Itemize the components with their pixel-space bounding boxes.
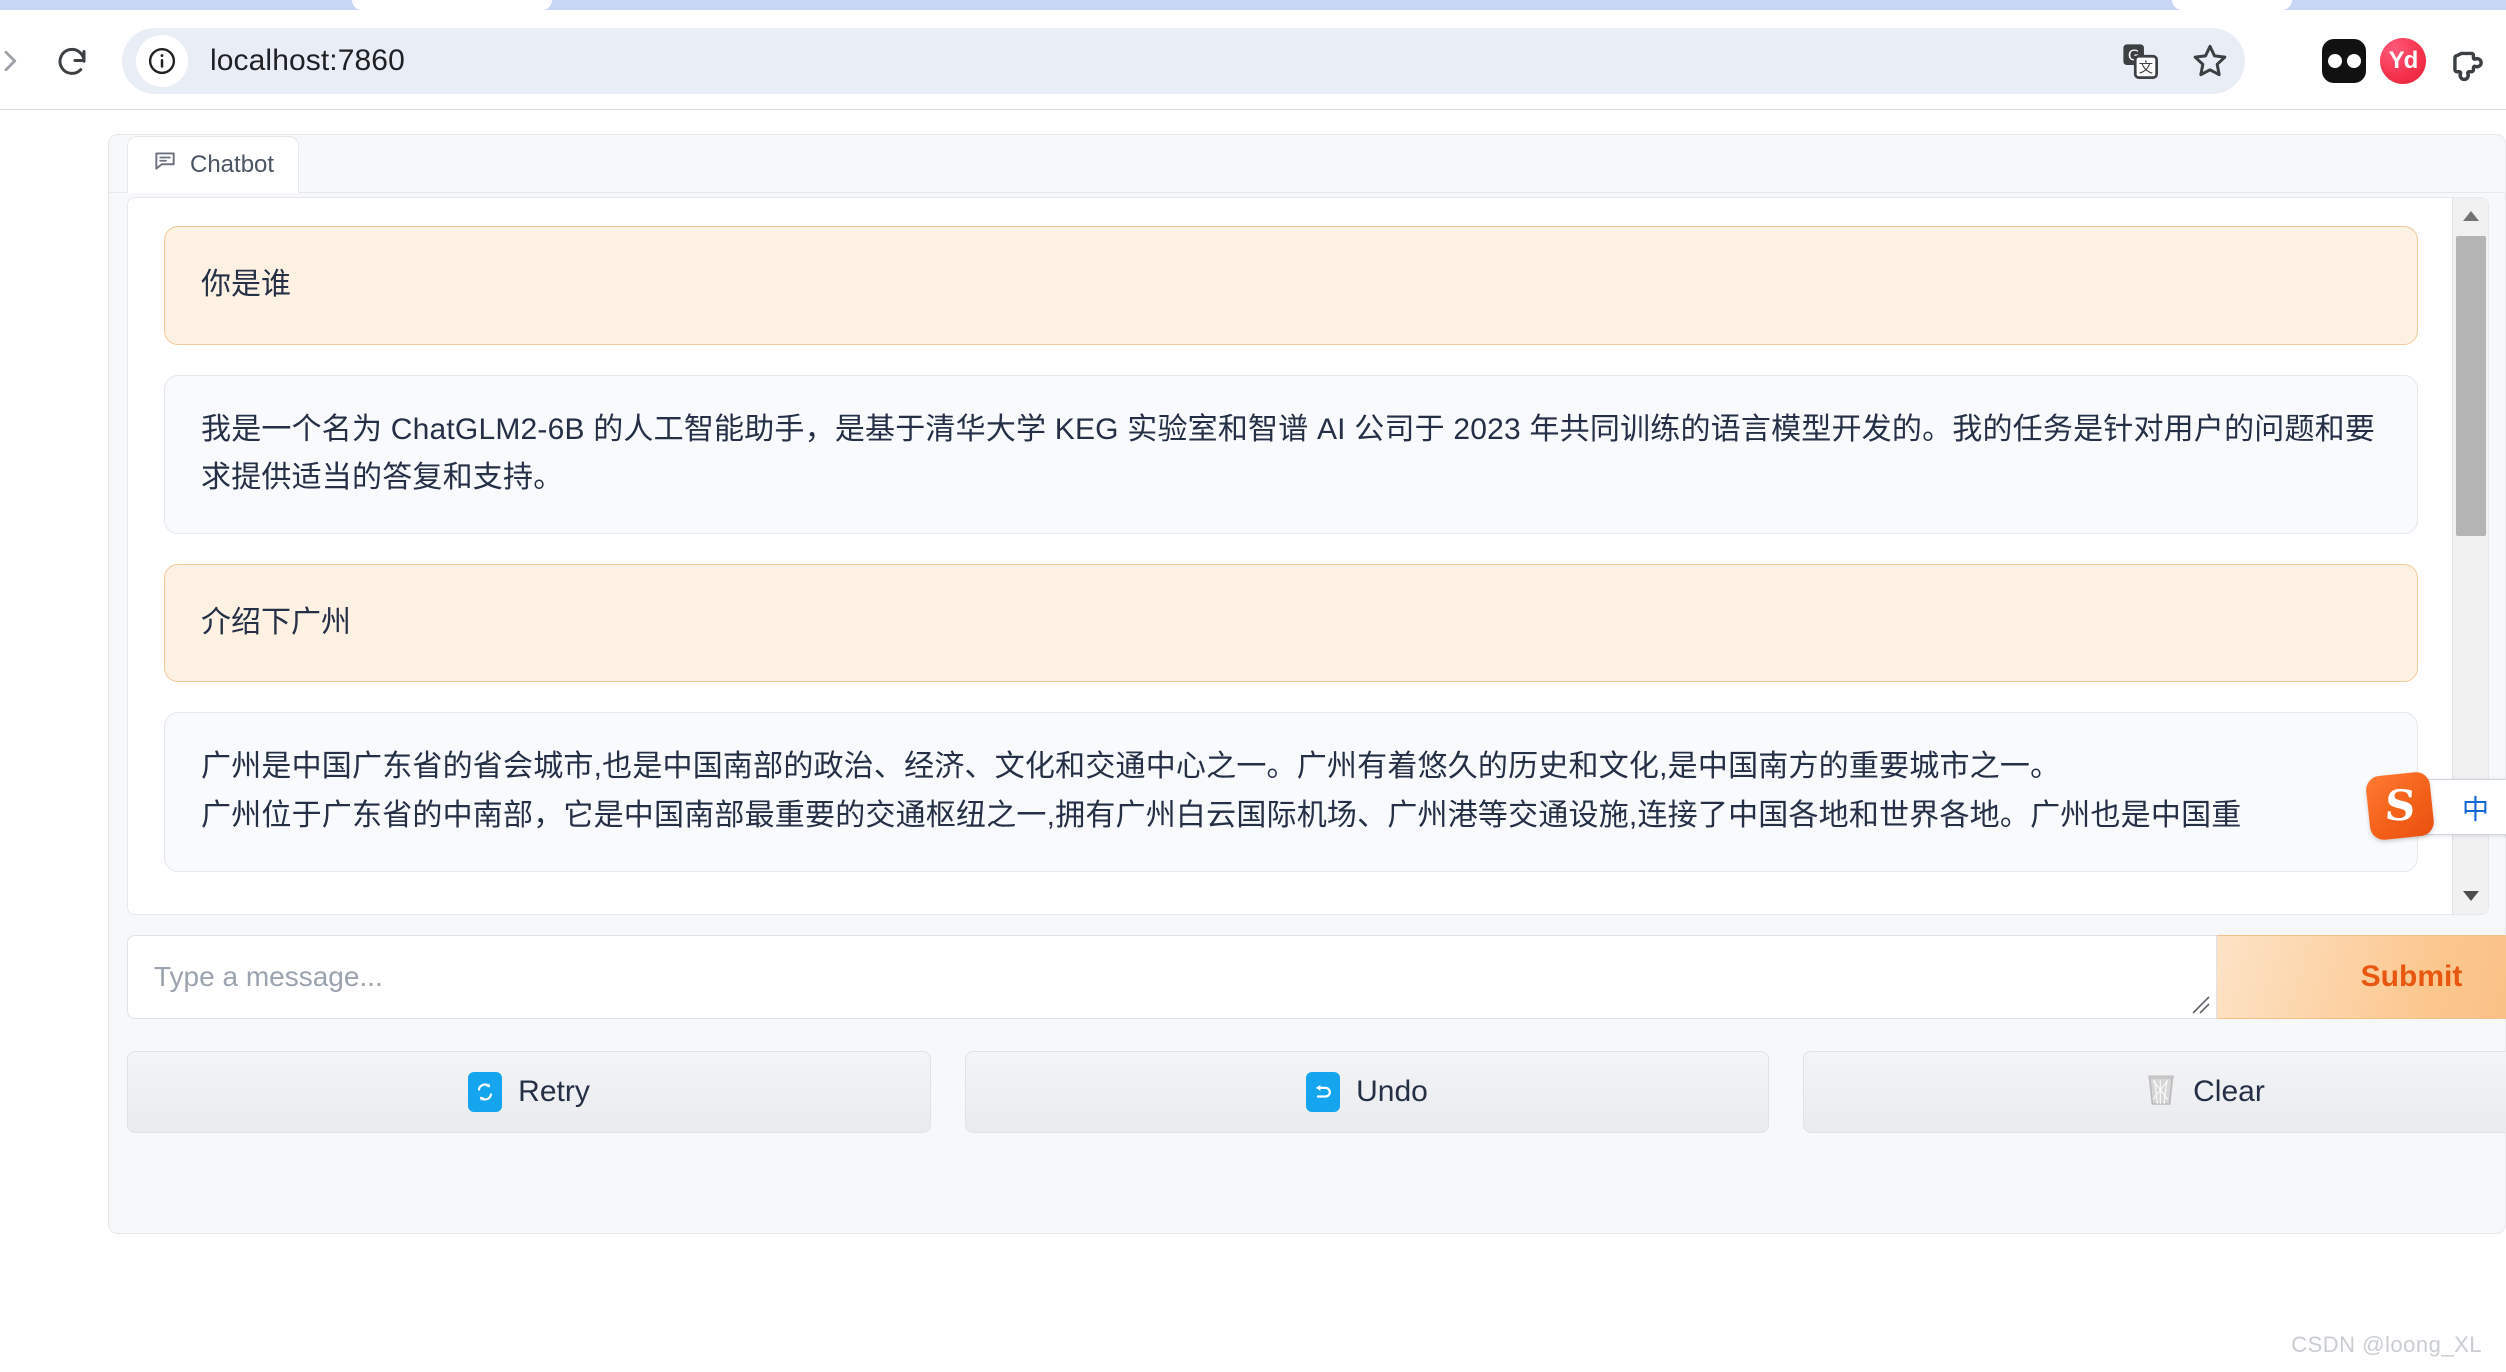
ime-language-toggle[interactable]: 中 [2462,788,2489,827]
sogou-logo-letter: S [2383,785,2416,827]
message-text: 介绍下广州 [201,599,351,648]
undo-button-label: Undo [1356,1075,1428,1109]
message-input-row: Type a message... Submit [127,935,2506,1019]
chat-message-user: 介绍下广州 [164,564,2418,683]
chat-message-bot: 我是一个名为 ChatGLM2-6B 的人工智能助手，是基于清华大学 KEG 实… [164,375,2418,534]
chatbot-panel: 你是谁 我是一个名为 ChatGLM2-6B 的人工智能助手，是基于清华大学 K… [127,197,2489,915]
app-viewport: Chatbot 你是谁 我是一个名为 ChatGLM2-6B 的人工智能助手，是… [0,110,2506,1372]
yd-extension-icon[interactable]: Yd [2380,38,2426,84]
extension-icons: Yd [2322,28,2490,94]
chat-message-bot: 广州是中国广东省的省会城市,也是中国南部的政治、经济、文化和交通中心之一。广州有… [164,712,2418,871]
scrollbar-thumb[interactable] [2456,236,2486,536]
tab-chatbot-label: Chatbot [190,151,274,179]
sogou-ime-toolbar[interactable]: S 中 °, [2389,779,2506,835]
message-textarea[interactable]: Type a message... [127,935,2217,1019]
action-button-row: Retry Undo [127,1051,2506,1133]
reload-icon [54,44,90,80]
scroll-down-arrow-icon[interactable] [2453,878,2489,914]
omnibox-actions: G 文 [2105,28,2245,94]
google-translate-icon[interactable]: G 文 [2105,28,2175,94]
browser-chrome: localhost:7860 G 文 [0,0,2506,110]
navigation-bar: localhost:7860 G 文 [0,10,2506,109]
address-bar[interactable]: localhost:7860 G 文 [122,28,2245,94]
undo-button[interactable]: Undo [965,1051,1769,1133]
trash-can-icon [2145,1072,2177,1113]
clear-button-label: Clear [2193,1075,2265,1109]
textarea-resize-handle[interactable] [2190,994,2212,1016]
tab-bar: Chatbot [109,135,2505,193]
url-text: localhost:7860 [210,44,405,78]
message-text-continued: 广州位于广东省的中南部，它是中国南部最重要的交通枢纽之一,拥有广州白云国际机场、… [201,792,2381,841]
tab-chatbot[interactable]: Chatbot [127,136,299,193]
retry-button-label: Retry [518,1075,590,1109]
tab-notch-left [352,0,552,10]
watermark-text: CSDN @loong_XL [2291,1332,2482,1358]
submit-button-label: Submit [2361,960,2463,994]
submit-button[interactable]: Submit [2217,935,2506,1019]
sogou-logo-icon[interactable]: S [2365,771,2435,841]
two-dots-extension-icon[interactable] [2322,39,2366,83]
forward-arrow-icon[interactable] [0,46,30,76]
reload-button[interactable] [48,38,96,86]
message-text: 我是一个名为 ChatGLM2-6B 的人工智能助手，是基于清华大学 KEG 实… [201,406,2381,503]
chat-message-list: 你是谁 我是一个名为 ChatGLM2-6B 的人工智能助手，是基于清华大学 K… [128,198,2454,914]
site-info-icon[interactable] [136,35,188,87]
message-placeholder: Type a message... [154,961,383,993]
tab-notch-right [2172,0,2292,10]
bookmark-star-icon[interactable] [2175,28,2245,94]
retry-button[interactable]: Retry [127,1051,931,1133]
chat-bubble-icon [152,148,178,181]
chat-message-user: 你是谁 [164,226,2418,345]
tab-strip [0,0,2506,10]
extensions-puzzle-icon[interactable] [2440,36,2490,86]
undo-arrow-icon [1306,1072,1340,1112]
retry-refresh-icon [468,1072,502,1112]
clear-button[interactable]: Clear [1803,1051,2506,1133]
gradio-container: Chatbot 你是谁 我是一个名为 ChatGLM2-6B 的人工智能助手，是… [108,134,2506,1234]
message-text: 你是谁 [201,261,291,310]
message-text: 广州是中国广东省的省会城市,也是中国南部的政治、经济、文化和交通中心之一。广州有… [201,743,2381,792]
svg-text:文: 文 [2139,60,2153,77]
scroll-up-arrow-icon[interactable] [2453,198,2489,234]
